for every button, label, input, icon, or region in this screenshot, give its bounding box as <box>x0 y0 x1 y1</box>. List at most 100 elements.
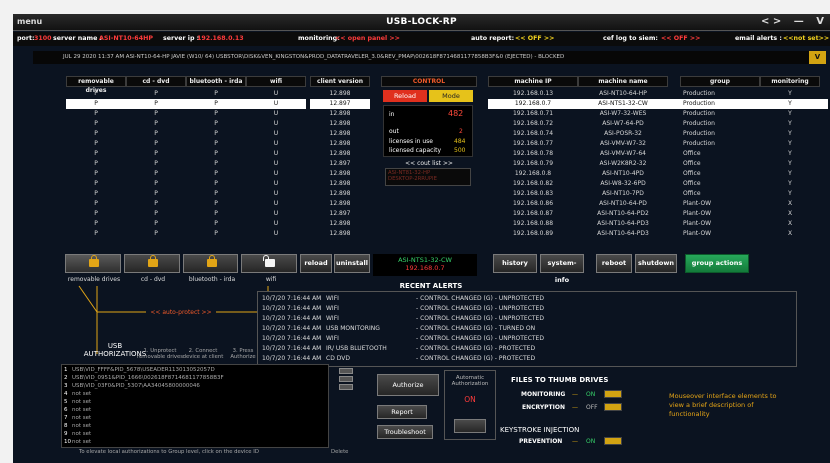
recent-alerts-box[interactable]: 10/7/20 7:16:44 AM WIFI - CONTROL CHANGED … <box>257 291 797 367</box>
table-row[interactable]: 192.168.0.86 ASI-NT10-64-PD Plant-OW X <box>488 199 828 209</box>
table-row[interactable]: PPPU <box>66 219 306 229</box>
auto-authorization-toggle[interactable] <box>454 419 486 433</box>
table-cell: ASI-NT10-64-PD <box>599 200 647 207</box>
table-row[interactable]: PPPU <box>66 159 306 169</box>
bluetooth-lock-button[interactable] <box>182 254 239 273</box>
table-cell: P <box>214 110 218 117</box>
table-row[interactable]: 192.168.0.7 ASI-NTS1-32-CW Production Y <box>488 99 828 109</box>
usb-auth-item[interactable]: 3 USB\VID_03F0&PID_5307\AA34045800000046 <box>64 382 326 390</box>
table-row[interactable]: PPPU <box>66 169 306 179</box>
table-row[interactable]: 192.168.0.8 ASI-NT10-4PD Office Y <box>488 169 828 179</box>
table-cell: P <box>94 180 98 187</box>
prevention-toggle[interactable] <box>604 437 622 445</box>
usb-auth-item[interactable]: 8 not set <box>64 422 326 430</box>
wifi-unlock-button[interactable] <box>241 254 297 273</box>
table-row[interactable]: PPPU <box>66 149 306 159</box>
table-cell: P <box>214 170 218 177</box>
reboot-button[interactable]: reboot <box>596 254 632 273</box>
usb-auth-list[interactable]: 1 USB\VID_FFFF&PID_5678\USEADER1130130520… <box>61 364 329 448</box>
thumb-monitoring-toggle[interactable] <box>604 390 622 398</box>
table-row[interactable]: PPPU <box>66 209 306 219</box>
table-row[interactable]: PPPU <box>66 119 306 129</box>
removable-lock-button[interactable] <box>65 254 121 273</box>
table-cell: U <box>273 90 279 97</box>
thumb-encryption-toggle[interactable] <box>604 403 622 411</box>
usb-auth-item[interactable]: 6 not set <box>64 406 326 414</box>
system-info-button[interactable]: system-info <box>540 254 584 284</box>
group-actions-button[interactable]: group actions <box>685 254 749 273</box>
col-header-machine-name: machine name <box>578 76 668 87</box>
mode-button[interactable]: Mode <box>429 90 473 102</box>
maximize-button[interactable]: V <box>816 16 824 27</box>
usb-auth-item[interactable]: 10 not set <box>64 438 326 446</box>
table-cell: ASI-NTS1-32-CW <box>598 100 648 107</box>
cef-log-toggle[interactable]: << OFF >> <box>661 35 700 42</box>
table-row[interactable]: PPPU <box>66 179 306 189</box>
table-row[interactable]: 192.168.0.79 ASI-W2K8R2-32 Office Y <box>488 159 828 169</box>
reload-button[interactable]: reload <box>300 254 332 273</box>
usb-auth-item[interactable]: 5 not set <box>64 398 326 406</box>
table-row[interactable]: 192.168.0.83 ASI-NT10-7PD Office Y <box>488 189 828 199</box>
history-button[interactable]: history <box>493 254 537 273</box>
table-row[interactable]: 192.168.0.72 ASI-W7-64-PD Production Y <box>488 119 828 129</box>
table-row[interactable]: 192.168.0.13 ASI-NT10-64-HP Production Y <box>488 89 828 99</box>
auth-arrow-up[interactable] <box>339 368 353 374</box>
usb-auth-item[interactable]: 7 not set <box>64 414 326 422</box>
banner-dropdown-button[interactable]: V <box>809 51 826 64</box>
authorize-button[interactable]: Authorize <box>377 374 439 396</box>
row-spacer <box>668 149 680 159</box>
table-cell: U <box>273 220 279 227</box>
alert-time: 10/7/20 7:16:44 AM <box>262 335 322 342</box>
auto-protect-label[interactable]: << auto-protect >> <box>146 309 216 316</box>
usb-auth-item[interactable]: 1 USB\VID_FFFF&PID_5678\USEADER1130130520… <box>64 366 326 374</box>
table-row[interactable]: PPPU <box>66 139 306 149</box>
title-bar: menu USB-LOCK-RP < > — V <box>13 14 830 31</box>
usb-auth-item[interactable]: 4 not set <box>64 390 326 398</box>
table-row[interactable]: 192.168.0.82 ASI-W8-32-6PD Office Y <box>488 179 828 189</box>
table-row[interactable]: PPPU <box>66 189 306 199</box>
table-row[interactable]: 192.168.0.78 ASI-VMV-W7-64 Office Y <box>488 149 828 159</box>
lock-shackle <box>149 255 156 261</box>
col-header-client-version: client version <box>310 76 370 87</box>
usb-auth-index: 3 <box>64 383 68 389</box>
window-controls: < > — V <box>752 16 824 27</box>
table-row[interactable]: 192.168.0.77 ASI-VMV-W7-32 Production Y <box>488 139 828 149</box>
table-row[interactable]: 192.168.0.71 ASI-W7-32-WES Production Y <box>488 109 828 119</box>
usb-auth-item[interactable]: 9 not set <box>64 430 326 438</box>
troubleshoot-button[interactable]: Troubleshoot <box>377 425 433 439</box>
report-button[interactable]: Report <box>377 405 427 419</box>
table-row[interactable]: PPPU <box>66 99 306 109</box>
table-row[interactable]: PPPU <box>66 199 306 209</box>
reload-control-button[interactable]: Reload <box>383 90 427 102</box>
auto-authorization-box: Automatic Authorization ON <box>444 370 496 440</box>
cout-list[interactable]: ASI-NT81-32-HP DESKTOP-2RRUPIE <box>385 168 471 186</box>
table-row[interactable]: PPPU <box>66 89 306 99</box>
table-row[interactable]: PPPU <box>66 129 306 139</box>
usb-auth-item[interactable]: 2 USB\VID_0951&PID_1666\002618F8714681177… <box>64 374 326 382</box>
cout-item[interactable]: DESKTOP-2RRUPIE <box>388 176 468 182</box>
table-row[interactable]: 192.168.0.89 ASI-NT10-64-PD3 Plant-OW X <box>488 229 828 239</box>
alert-message: - CONTROL CHANGED (G) - TURNED ON <box>416 325 536 332</box>
uninstall-button[interactable]: uninstall <box>334 254 370 273</box>
table-cell: Office <box>683 190 701 197</box>
minimize-button[interactable]: — <box>794 16 804 27</box>
table-row[interactable]: PPPU <box>66 229 306 239</box>
table-row[interactable]: 192.168.0.88 ASI-NT10-64-PD3 Plant-OW X <box>488 219 828 229</box>
table-row[interactable]: 192.168.0.87 ASI-NT10-64-PD2 Plant-OW X <box>488 209 828 219</box>
table-cell: P <box>154 150 158 157</box>
open-panel-link[interactable]: << open panel >> <box>335 35 400 42</box>
table-cell: P <box>214 130 218 137</box>
shutdown-button[interactable]: shutdown <box>635 254 677 273</box>
auth-arrow-down[interactable] <box>339 384 353 390</box>
lock-shackle <box>208 255 215 261</box>
delete-link[interactable]: Delete <box>331 449 348 455</box>
version-rows: 12.898 12.897 12.898 12.898 12.898 12.898 12.8… <box>310 89 370 239</box>
nav-arrows-button[interactable]: < > <box>761 16 781 27</box>
table-cell: U <box>273 120 279 127</box>
table-row[interactable]: PPPU <box>66 109 306 119</box>
auto-report-toggle[interactable]: << OFF >> <box>515 35 554 42</box>
auth-arrow-mid[interactable] <box>339 376 353 382</box>
cd-dvd-lock-button[interactable] <box>123 254 180 273</box>
email-alerts-value[interactable]: <<not set>> <box>783 35 829 42</box>
table-row[interactable]: 192.168.0.74 ASI-POSR-32 Production Y <box>488 129 828 139</box>
